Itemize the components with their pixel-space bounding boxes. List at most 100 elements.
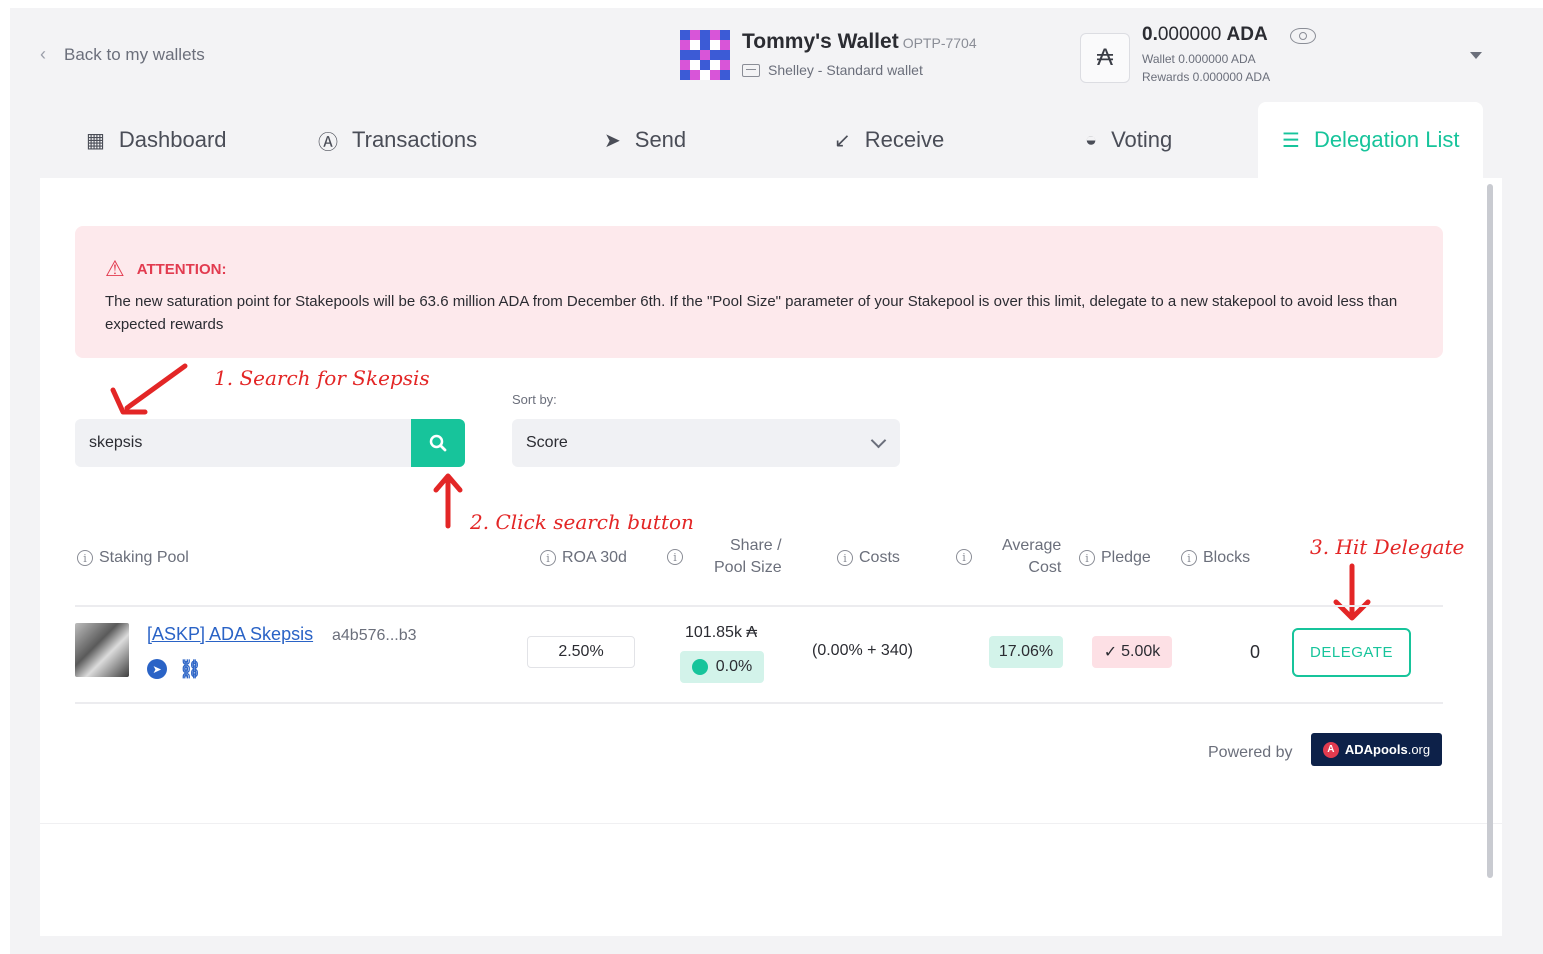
tab-label: Receive	[864, 127, 945, 152]
header-average-cost[interactable]: Average Cost	[1002, 535, 1061, 579]
search-icon	[429, 434, 447, 452]
tab-label: Delegation List	[1313, 127, 1460, 152]
adapools-logo-link[interactable]: A ADApools.org	[1311, 733, 1442, 766]
info-icon: i	[77, 550, 93, 566]
ada-currency-icon: ₳	[1080, 33, 1130, 83]
tab-send[interactable]: ➤ Send	[604, 102, 686, 178]
wallet-type: Shelley - Standard wallet	[768, 62, 923, 78]
tab-receive[interactable]: ↙ Receive	[834, 102, 944, 178]
pool-avatar	[75, 623, 129, 677]
link-icon[interactable]: ⛓	[179, 659, 202, 680]
info-icon: i	[540, 550, 556, 566]
annotation-step-1: 1. Search for Skepsis	[214, 366, 430, 390]
attention-banner: ⚠ ATTENTION: The new saturation point fo…	[75, 226, 1443, 358]
table-divider	[75, 702, 1443, 704]
pool-hash: a4b576...b3	[332, 627, 417, 644]
balance-unit: ADA	[1226, 24, 1268, 45]
header-roa[interactable]: i ROA 30d	[540, 549, 627, 567]
header-label: Pledge	[1101, 549, 1151, 566]
header-costs[interactable]: i Costs	[837, 549, 900, 567]
transactions-icon: Ⓐ	[318, 131, 338, 154]
info-icon: i	[667, 549, 683, 565]
search-button[interactable]	[411, 419, 465, 467]
attention-body: The new saturation point for Stakepools …	[105, 293, 1398, 333]
blocks-value: 0	[1250, 642, 1261, 662]
back-label: Back to my wallets	[64, 44, 205, 64]
attention-title: ATTENTION:	[136, 260, 227, 278]
chevron-left-icon: ‹	[40, 44, 46, 64]
balance-rewards-line: Rewards 0.000000 ADA	[1142, 70, 1271, 84]
tab-voting[interactable]: ◒ Voting	[1085, 102, 1172, 178]
chevron-down-icon	[870, 432, 887, 448]
checkmark-icon: ✓	[1103, 644, 1118, 661]
sort-value: Score	[526, 434, 568, 451]
header-label: Costs	[859, 549, 900, 566]
attention-title-row: ⚠ ATTENTION:	[105, 256, 1413, 282]
wallet-identicon	[680, 30, 730, 80]
main-tabs: ▦ Dashboard Ⓐ Transactions ➤ Send ↙ Rece…	[40, 102, 1502, 178]
wallet-plate: OPTP-7704	[902, 35, 977, 51]
search-input[interactable]	[75, 419, 411, 467]
wallet-title: Tommy's Wallet OPTP-7704	[742, 30, 977, 54]
tab-dashboard[interactable]: ▦ Dashboard	[86, 102, 227, 178]
balance-wallet-line: Wallet 0.000000 ADA	[1142, 52, 1256, 66]
balance-int: 0.	[1142, 24, 1158, 45]
powered-by-label: Powered by	[1208, 744, 1293, 761]
header-label: Pool Size	[714, 559, 782, 576]
chevron-down-icon[interactable]	[1470, 52, 1482, 59]
header-label: Cost	[1028, 559, 1062, 576]
balance-dec: 000000	[1157, 24, 1222, 45]
balance-total: 0.000000 ADA	[1142, 24, 1270, 46]
wallet-name: Tommy's Wallet	[742, 30, 899, 53]
header-avg-info[interactable]: i	[956, 549, 972, 565]
sort-label: Sort by:	[512, 392, 557, 407]
annotation-arrow-2	[433, 473, 463, 529]
header-staking-pool[interactable]: i Staking Pool	[77, 549, 189, 567]
tab-label: Voting	[1111, 127, 1173, 152]
adapools-icon: A	[1322, 741, 1339, 758]
back-to-wallets-link[interactable]: ‹ Back to my wallets	[40, 44, 205, 65]
eye-icon[interactable]	[1290, 28, 1316, 44]
wallet-identity: Tommy's Wallet OPTP-7704 Shelley - Standa…	[680, 30, 977, 80]
header-blocks[interactable]: i Blocks	[1181, 549, 1250, 567]
tab-label: Transactions	[352, 127, 478, 152]
delegate-button[interactable]: DELEGATE	[1292, 628, 1411, 677]
pledge-value: 5.00k	[1121, 643, 1161, 660]
header-label: Share /	[730, 537, 782, 554]
brand-bold: ADApools	[1344, 742, 1408, 757]
wallet-balance: 0.000000 ADA Wallet 0.000000 ADA Rewards…	[1142, 24, 1270, 84]
header-share-pool-size[interactable]: Share / Pool Size	[714, 535, 782, 579]
info-icon: i	[1079, 550, 1095, 566]
costs-value: (0.00% + 340)	[812, 642, 913, 659]
header-label: Blocks	[1203, 549, 1251, 566]
info-icon: i	[1181, 550, 1197, 566]
annotation-arrow-3	[1333, 563, 1371, 621]
annotation-arrow-1	[110, 363, 188, 415]
share-value: 0.0%	[715, 658, 753, 675]
pool-size-value: 101.85k ₳	[685, 624, 758, 641]
table-divider	[75, 605, 1443, 607]
brand-name: ADApools.org	[1345, 742, 1430, 757]
sort-select[interactable]: Score	[512, 419, 900, 467]
tab-transactions[interactable]: Ⓐ Transactions	[318, 102, 477, 178]
pool-search	[75, 419, 465, 467]
app-window: ‹ Back to my wallets Tommy's Wallet OPTP-…	[10, 8, 1543, 954]
average-cost-badge: 17.06%	[989, 636, 1063, 668]
annotation-step-3: 3. Hit Delegate	[1310, 535, 1465, 559]
pool-name-link[interactable]: [ASKP] ADA Skepsis	[147, 624, 313, 645]
vertical-scrollbar[interactable]	[1487, 184, 1493, 878]
tab-label: Dashboard	[118, 127, 227, 152]
header-share-info[interactable]: i	[667, 549, 683, 565]
header-label: Staking Pool	[99, 549, 189, 566]
header-label: Average	[1002, 537, 1062, 554]
send-icon: ➤	[604, 129, 621, 152]
pool-links: ➤ ⛓	[147, 659, 202, 680]
dashboard-icon: ▦	[86, 129, 105, 152]
header-pledge[interactable]: i Pledge	[1079, 549, 1151, 567]
annotation-step-2: 2. Click search button	[470, 510, 694, 534]
brand-suffix: .org	[1407, 742, 1431, 757]
info-icon: i	[956, 549, 972, 565]
pledge-badge: ✓ 5.00k	[1092, 636, 1172, 668]
telegram-icon[interactable]: ➤	[147, 659, 167, 679]
tab-delegation-list[interactable]: ☰ Delegation List	[1258, 102, 1484, 178]
